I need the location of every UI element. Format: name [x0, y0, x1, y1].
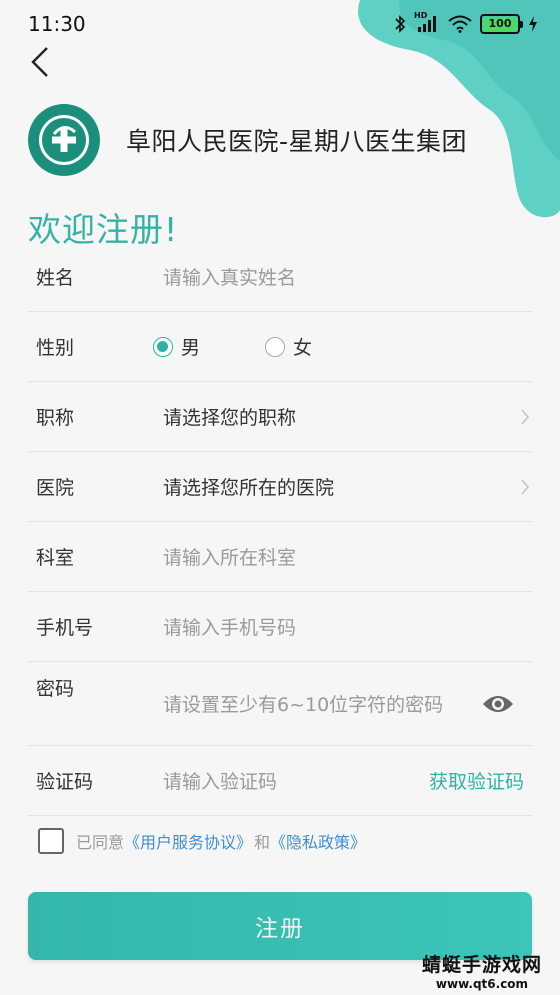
agreement: 已同意 《用户服务协议》 和 《隐私政策》	[38, 828, 366, 854]
department-row: 科室 请输入所在科室	[28, 522, 532, 592]
code-input[interactable]: 请输入验证码	[163, 767, 277, 794]
agreement-conjunction: 和	[254, 833, 271, 852]
name-input[interactable]: 请输入真实姓名	[163, 263, 296, 290]
name-row: 姓名 请输入真实姓名	[28, 242, 532, 312]
password-input[interactable]: 请设置至少有6~10位字符的密码	[163, 690, 443, 717]
watermark: 蜻蜓手游戏网 www.qt6.com	[422, 950, 542, 991]
network-badge: HD	[414, 11, 428, 20]
phone-row: 手机号 请输入手机号码	[28, 592, 532, 662]
phone-label: 手机号	[36, 617, 94, 639]
gender-option-male-label: 男	[181, 337, 201, 359]
gender-option-female-label: 女	[293, 337, 313, 359]
name-label: 姓名	[36, 267, 75, 289]
department-input[interactable]: 请输入所在科室	[163, 543, 296, 570]
status-icons: HD 100	[394, 11, 538, 36]
gender-option-female[interactable]: 女	[265, 333, 312, 360]
agreement-checkbox[interactable]	[38, 828, 64, 854]
gender-label: 性别	[36, 337, 75, 359]
registration-form: 姓名 请输入真实姓名 性别 男 女 职称 请选择您的职称 医院 请选择您所在的医…	[28, 242, 532, 816]
wifi-icon	[448, 15, 472, 33]
department-label: 科室	[36, 547, 75, 569]
back-button[interactable]	[22, 42, 58, 82]
radio-unchecked-icon	[265, 336, 285, 357]
code-row: 验证码 请输入验证码 获取验证码	[28, 746, 532, 816]
phone-input[interactable]: 请输入手机号码	[163, 613, 296, 640]
battery-level: 100	[483, 17, 517, 31]
title-row[interactable]: 职称 请选择您的职称	[28, 382, 532, 452]
register-button-label: 注册	[255, 916, 305, 942]
status-time: 11:30	[28, 12, 86, 36]
bluetooth-icon	[395, 15, 406, 33]
hospital-label: 医院	[36, 477, 75, 499]
get-code-button[interactable]: 获取验证码	[429, 767, 524, 794]
hospital-logo	[28, 104, 100, 176]
watermark-title: 蜻蜓手游戏网	[421, 954, 542, 976]
signal-icon: HD	[414, 11, 440, 34]
gender-row: 性别 男 女	[28, 312, 532, 382]
eye-icon[interactable]	[482, 692, 514, 716]
hospital-select[interactable]: 请选择您所在的医院	[163, 473, 334, 500]
password-label: 密码	[36, 678, 75, 700]
chevron-right-icon	[521, 478, 530, 495]
gender-option-male[interactable]: 男	[153, 333, 200, 360]
hospital-row[interactable]: 医院 请选择您所在的医院	[28, 452, 532, 522]
organization-name: 阜阳人民医院-星期八医生集团	[126, 127, 468, 156]
watermark-url: www.qt6.com	[435, 977, 529, 991]
password-row: 密码 请设置至少有6~10位字符的密码	[28, 662, 532, 746]
status-bar: 11:30 HD 100	[0, 0, 560, 48]
user-agreement-link[interactable]: 《用户服务协议》	[124, 829, 252, 853]
code-label: 验证码	[36, 771, 94, 793]
chevron-left-icon	[31, 47, 48, 77]
charging-icon	[529, 16, 537, 32]
chevron-right-icon	[521, 408, 530, 425]
radio-checked-icon	[153, 336, 173, 357]
agreement-prefix: 已同意	[76, 833, 125, 852]
title-select[interactable]: 请选择您的职称	[163, 403, 296, 430]
battery-icon: 100	[480, 14, 523, 34]
organization-header: 阜阳人民医院-星期八医生集团	[28, 104, 467, 176]
title-label: 职称	[36, 407, 75, 429]
privacy-policy-link[interactable]: 《隐私政策》	[270, 829, 366, 853]
